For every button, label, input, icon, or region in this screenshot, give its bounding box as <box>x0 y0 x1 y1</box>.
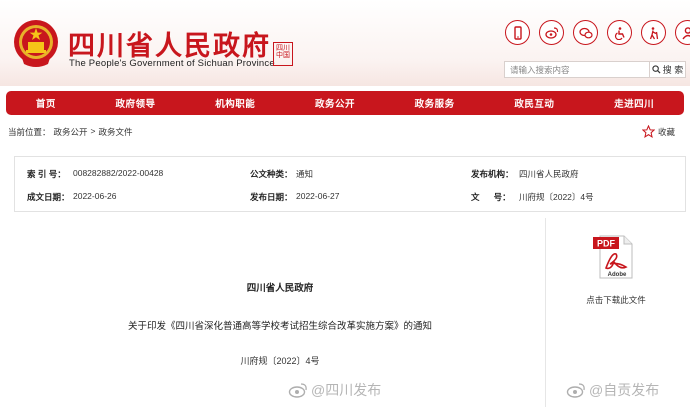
accessibility-icon[interactable] <box>607 20 632 45</box>
nav-item-home[interactable]: 首页 <box>36 96 56 110</box>
weibo-icon <box>566 383 585 398</box>
meta-docno-key: 文 号： <box>471 192 511 202</box>
meta-docno-value: 川府规〔2022〕4号 <box>519 192 594 202</box>
search-button-label: 搜 索 <box>662 65 684 75</box>
star-icon <box>642 125 655 138</box>
site-subtitle: The People's Government of Sichuan Provi… <box>69 58 275 69</box>
watermark-text: @自贡发布 <box>589 382 660 398</box>
nav-item-functions[interactable]: 机构职能 <box>215 96 255 110</box>
meta-created-key: 成文日期： <box>27 192 70 202</box>
watermark-sichuan: @四川发布 <box>288 380 381 400</box>
wechat-icon[interactable] <box>573 20 598 45</box>
favorite-button[interactable]: 收藏 <box>642 125 675 138</box>
document-number: 川府规〔2022〕4号 <box>240 356 320 366</box>
meta-created-value: 2022-06-26 <box>73 191 117 201</box>
nav-item-interaction[interactable]: 政民互动 <box>514 96 554 110</box>
meta-issuer-value: 四川省人民政府 <box>519 169 579 179</box>
site-header: 四川省人民政府 The People's Government of Sichu… <box>0 0 690 86</box>
nav-item-about-sichuan[interactable]: 走进四川 <box>614 96 654 110</box>
nav-item-services[interactable]: 政务服务 <box>415 96 455 110</box>
user-icon[interactable] <box>675 20 690 45</box>
meta-category-key: 公文种类： <box>250 169 293 179</box>
pdf-download-icon[interactable]: PDF Adobe <box>592 234 636 280</box>
watermark-zigong: @自贡发布 <box>566 380 659 400</box>
meta-published-key: 发布日期： <box>250 192 293 202</box>
mobile-icon[interactable] <box>505 20 530 45</box>
main-nav: 首页 政府领导 机构职能 政务公开 政务服务 政民互动 走进四川 <box>6 91 684 115</box>
download-file-link[interactable]: 点击下载此文件 <box>566 294 666 306</box>
watermark-text: @四川发布 <box>311 382 382 398</box>
nav-item-leaders[interactable]: 政府领导 <box>116 96 156 110</box>
search-button[interactable]: 搜 索 <box>650 61 686 78</box>
national-emblem-icon[interactable] <box>12 18 60 68</box>
breadcrumb-item-documents[interactable]: 政务文件 <box>99 126 133 138</box>
meta-index-value: 008282882/2022-00428 <box>73 168 164 178</box>
meta-published-value: 2022-06-27 <box>296 191 340 201</box>
search-icon <box>652 65 661 74</box>
document-issuer: 四川省人民政府 <box>246 283 314 294</box>
breadcrumb-separator: > <box>90 126 96 136</box>
seal-logo: 四川 中国 <box>273 42 293 66</box>
tool-icon-bar <box>505 20 690 45</box>
breadcrumb-item-open-affairs[interactable]: 政务公开 <box>54 126 88 138</box>
meta-category-value: 通知 <box>296 169 314 179</box>
nav-item-open-affairs[interactable]: 政务公开 <box>315 96 355 110</box>
adobe-brand-text: Adobe <box>608 272 627 278</box>
meta-issuer-key: 发布机构： <box>471 169 514 179</box>
pdf-badge-text: PDF <box>597 239 616 249</box>
weibo-icon <box>288 383 307 398</box>
favorite-label: 收藏 <box>658 126 676 137</box>
elder-care-icon[interactable] <box>641 20 666 45</box>
search-input[interactable]: 请输入搜索内容 <box>504 61 650 78</box>
document-meta-panel: 索 引 号： 008282882/2022-00428 公文种类： 通知 发布机… <box>14 156 686 212</box>
document-body: 四川省人民政府 关于印发《四川省深化普通高等学校考试招生综合改革实施方案》的通知… <box>14 218 546 407</box>
breadcrumb: 当前位置： 政务公开 > 政务文件 <box>8 126 133 138</box>
document-title: 关于印发《四川省深化普通高等学校考试招生综合改革实施方案》的通知 <box>127 321 432 332</box>
breadcrumb-prefix: 当前位置： <box>8 127 51 137</box>
meta-index-key: 索 引 号： <box>27 169 66 179</box>
weibo-icon[interactable] <box>539 20 564 45</box>
